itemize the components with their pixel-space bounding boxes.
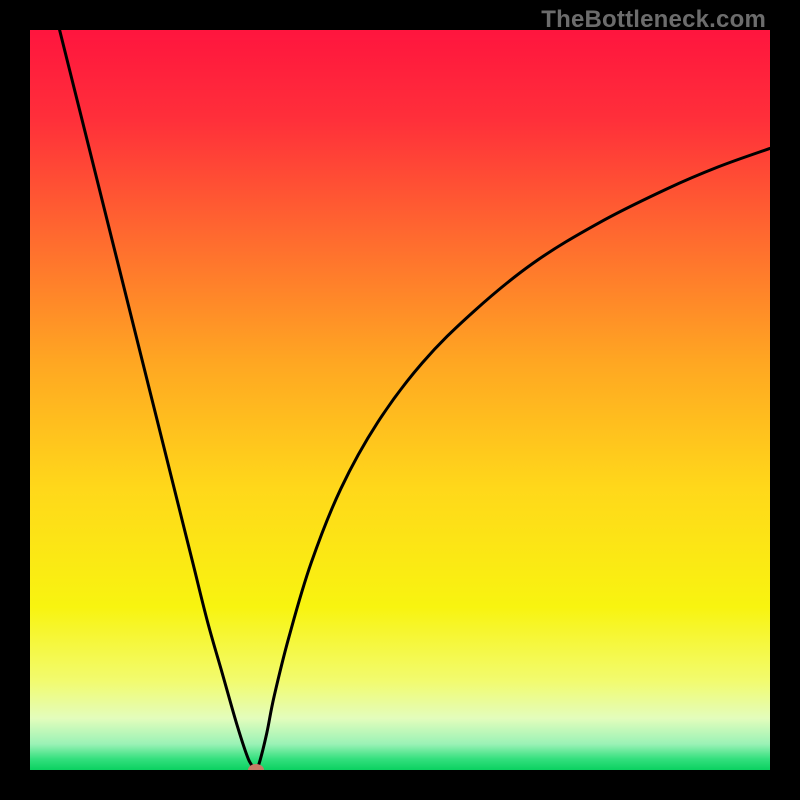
- watermark-text: TheBottleneck.com: [541, 6, 766, 34]
- curve-left-branch: [60, 30, 256, 770]
- curve-right-branch: [256, 148, 770, 770]
- chart-frame: TheBottleneck.com: [0, 0, 800, 800]
- curve-layer: [30, 30, 770, 770]
- plot-area: [30, 30, 770, 770]
- minimum-marker: [248, 764, 264, 770]
